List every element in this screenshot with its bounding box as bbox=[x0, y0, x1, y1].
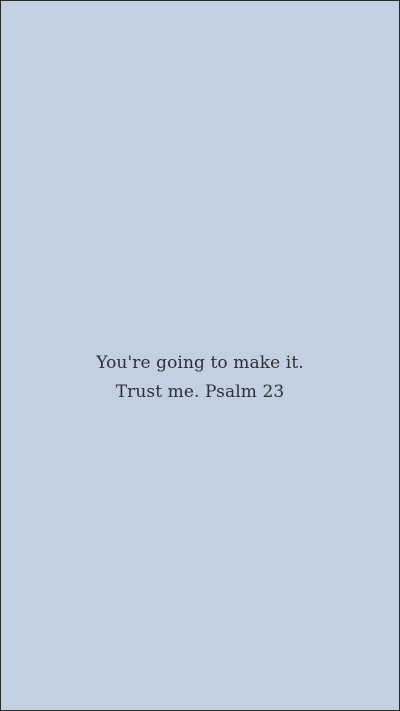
quote-line-2: Trust me. Psalm 23 bbox=[115, 382, 285, 402]
quote-line-1: You're going to make it. bbox=[96, 353, 304, 373]
quote-text: You're going to make it. Trust me. Psalm… bbox=[1, 349, 399, 407]
wallpaper-background: You're going to make it. Trust me. Psalm… bbox=[0, 0, 400, 711]
